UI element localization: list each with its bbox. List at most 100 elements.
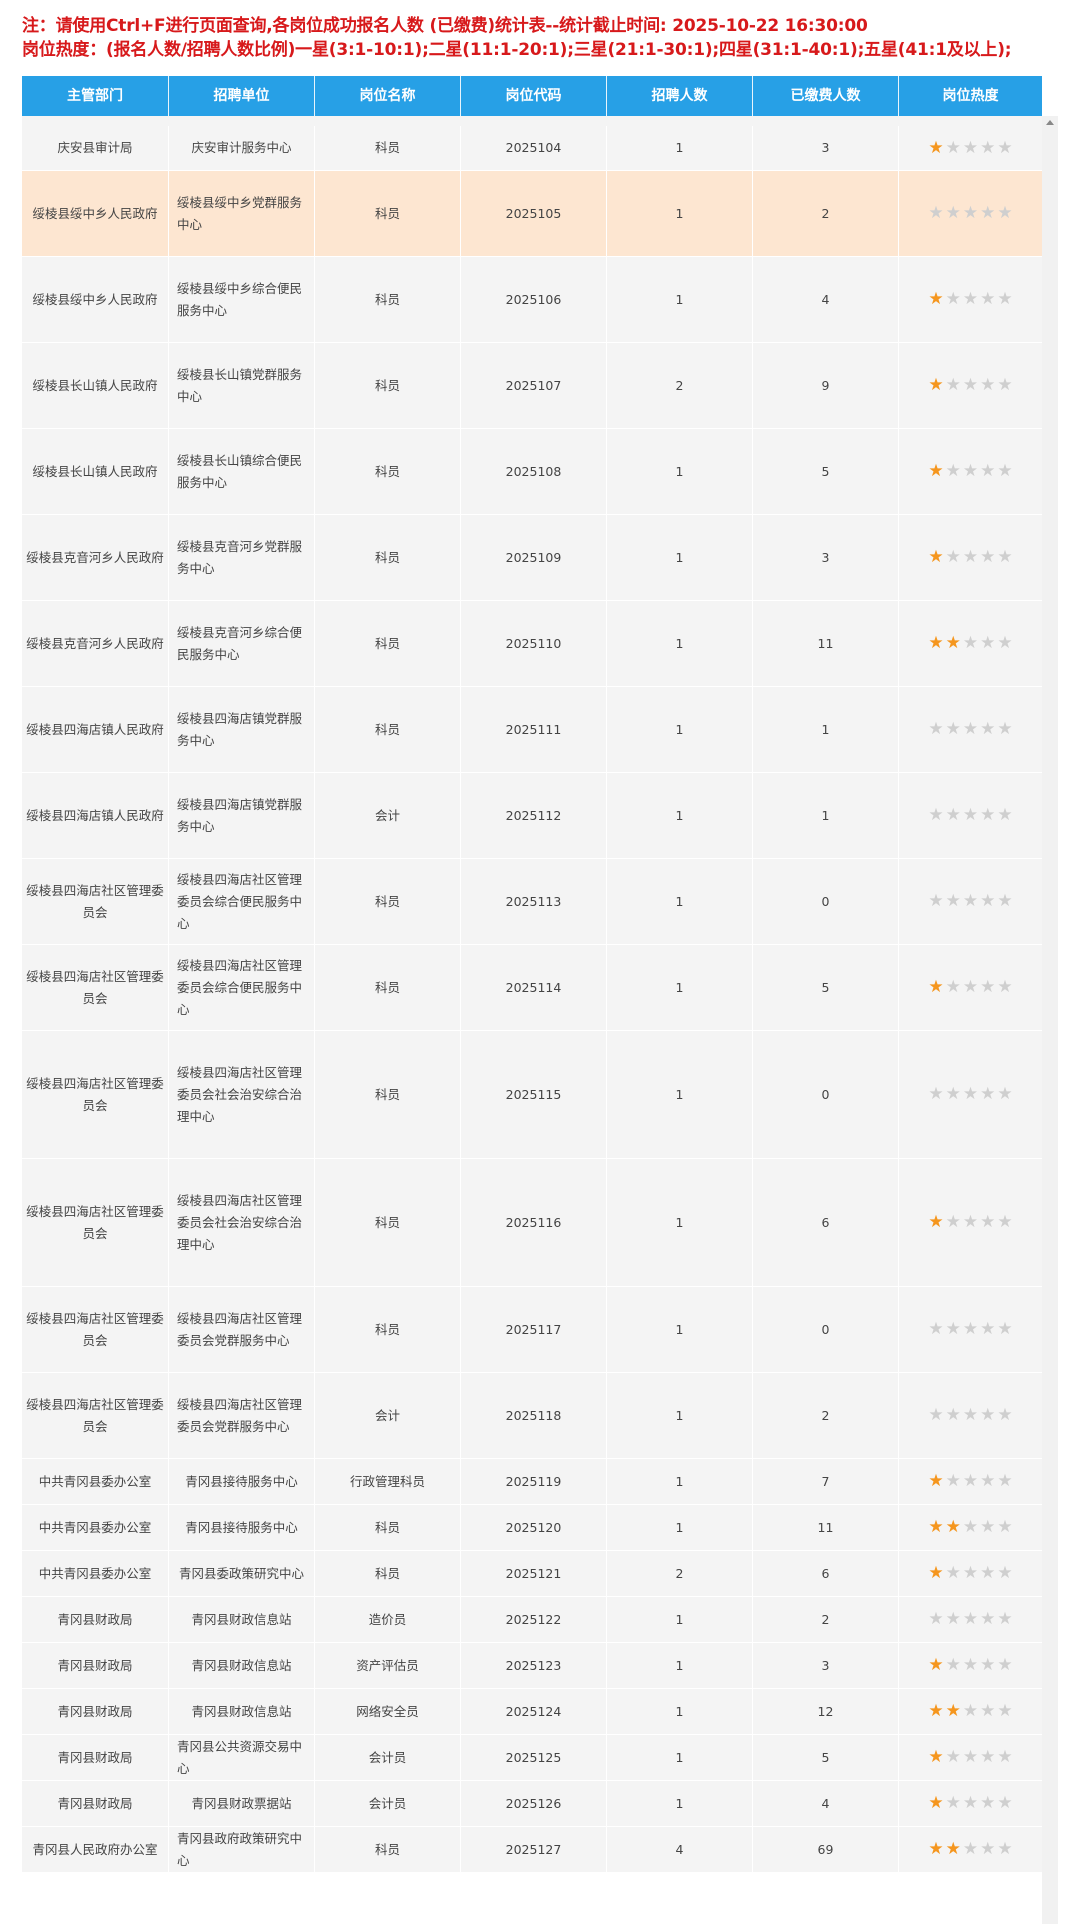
table-row[interactable]: 绥棱县长山镇人民政府 绥棱县长山镇综合便民服务中心 科员 2025108 1 5 ★ ★ ★ ★ ★ xyxy=(22,429,1042,515)
table-row[interactable]: 绥棱县长山镇人民政府 绥棱县长山镇党群服务中心 科员 2025107 2 9 ★ ★ ★ ★ ★ xyxy=(22,343,1042,429)
cell-heat: ★ ★ ★ ★ ★ xyxy=(899,1735,1042,1780)
cell-code-text: 2025118 xyxy=(505,1407,562,1423)
cell-paid-text: 4 xyxy=(821,291,830,307)
cell-dept-text: 中共青冈县委办公室 xyxy=(38,1473,152,1489)
table-row[interactable]: 绥棱县四海店社区管理委员会 绥棱县四海店社区管理委员会综合便民服务中心 科员 2025… xyxy=(22,945,1042,1031)
table-row[interactable]: 庆安县审计局 庆安审计服务中心 科员 2025104 1 3 ★ ★ ★ ★ ★ xyxy=(22,126,1042,171)
star-empty-icon: ★ xyxy=(962,289,979,309)
star-empty-icon: ★ xyxy=(997,1517,1013,1537)
star-filled-icon: ★ xyxy=(928,137,944,158)
table-row[interactable]: 绥棱县四海店社区管理委员会 绥棱县四海店社区管理委员会党群服务中心 会计 202511… xyxy=(22,1373,1042,1459)
scroll-up-arrow-icon[interactable] xyxy=(1046,120,1054,125)
table-row[interactable]: 青冈县人民政府办公室 青冈县政府政策研究中心 科员 2025127 4 69 ★ ★ ★ ★ ★ xyxy=(22,1827,1042,1873)
scrollbar[interactable] xyxy=(1042,116,1058,1924)
cell-code: 2025124 xyxy=(461,1689,607,1734)
cell-unit: 绥棱县绥中乡党群服务中心 xyxy=(169,171,315,256)
cell-code-text: 2025112 xyxy=(505,807,562,823)
cell-dept-text: 青冈县财政局 xyxy=(57,1749,133,1765)
cell-hire-text: 1 xyxy=(675,1214,684,1230)
star-empty-icon: ★ xyxy=(962,891,979,911)
star-empty-icon: ★ xyxy=(997,1747,1013,1767)
cell-dept: 中共青冈县委办公室 xyxy=(22,1459,169,1504)
cell-heat: ★ ★ ★ ★ ★ xyxy=(899,1505,1042,1550)
table-row[interactable]: 青冈县财政局 青冈县公共资源交易中心 会计员 2025125 1 5 ★ ★ ★ ★ ★ xyxy=(22,1735,1042,1781)
cell-code-text: 2025117 xyxy=(505,1321,562,1337)
table-row[interactable]: 绥棱县克音河乡人民政府 绥棱县克音河乡党群服务中心 科员 2025109 1 3 ★ ★ ★ ★ ★ xyxy=(22,515,1042,601)
cell-unit-text: 绥棱县克音河乡党群服务中心 xyxy=(177,538,303,576)
cell-code: 2025121 xyxy=(461,1551,607,1596)
cell-code-text: 2025113 xyxy=(505,893,562,909)
star-rating: ★ ★ ★ ★ ★ xyxy=(928,291,1012,308)
star-filled-icon: ★ xyxy=(928,1471,944,1491)
cell-hire: 4 xyxy=(607,1827,753,1872)
star-rating: ★ ★ ★ ★ ★ xyxy=(928,1565,1012,1582)
cell-dept: 青冈县财政局 xyxy=(22,1689,169,1734)
table-row[interactable]: 青冈县财政局 青冈县财政信息站 网络安全员 2025124 1 12 ★ ★ ★ ★ ★ xyxy=(22,1689,1042,1735)
star-empty-icon: ★ xyxy=(980,289,996,309)
header-hire: 招聘人数 xyxy=(607,76,753,116)
table-row[interactable]: 青冈县财政局 青冈县财政信息站 造价员 2025122 1 2 ★ ★ ★ ★ ★ xyxy=(22,1597,1042,1643)
table-row[interactable]: 绥棱县四海店社区管理委员会 绥棱县四海店社区管理委员会综合便民服务中心 科员 2025… xyxy=(22,859,1042,945)
cell-unit-text: 绥棱县四海店社区管理委员会党群服务中心 xyxy=(177,1396,303,1434)
cell-post: 科员 xyxy=(315,687,461,772)
table-row[interactable]: 绥棱县四海店镇人民政府 绥棱县四海店镇党群服务中心 会计 2025112 1 1 ★ ★ ★ ★ ★ xyxy=(22,773,1042,859)
table-row[interactable]: 绥棱县绥中乡人民政府 绥棱县绥中乡党群服务中心 科员 2025105 1 2 ★ ★ ★ ★ ★ xyxy=(22,171,1042,257)
cell-paid-text: 11 xyxy=(817,1519,834,1535)
table-row[interactable]: 绥棱县四海店社区管理委员会 绥棱县四海店社区管理委员会社会治安综合治理中心 科员 20… xyxy=(22,1159,1042,1287)
table-row[interactable]: 绥棱县绥中乡人民政府 绥棱县绥中乡综合便民服务中心 科员 2025106 1 4 ★ ★ ★ ★ ★ xyxy=(22,257,1042,343)
table-row[interactable]: 绥棱县四海店社区管理委员会 绥棱县四海店社区管理委员会党群服务中心 科员 202511… xyxy=(22,1287,1042,1373)
table-row[interactable]: 中共青冈县委办公室 青冈县接待服务中心 行政管理科员 2025119 1 7 ★ ★ ★ ★ ★ xyxy=(22,1459,1042,1505)
table-row[interactable]: 绥棱县克音河乡人民政府 绥棱县克音河乡综合便民服务中心 科员 2025110 1 11 ★ ★… xyxy=(22,601,1042,687)
cell-dept: 绥棱县四海店社区管理委员会 xyxy=(22,945,169,1030)
table-row[interactable]: 中共青冈县委办公室 青冈县委政策研究中心 科员 2025121 2 6 ★ ★ ★ ★ ★ xyxy=(22,1551,1042,1597)
table-row[interactable]: 绥棱县四海店镇人民政府 绥棱县四海店镇党群服务中心 科员 2025111 1 1 ★ ★ ★ ★ ★ xyxy=(22,687,1042,773)
star-empty-icon: ★ xyxy=(962,461,979,481)
star-empty-icon: ★ xyxy=(980,1471,996,1491)
star-empty-icon: ★ xyxy=(945,203,961,223)
star-empty-icon: ★ xyxy=(980,719,996,739)
star-empty-icon: ★ xyxy=(980,1319,996,1339)
cell-post: 科员 xyxy=(315,126,461,170)
cell-post: 资产评估员 xyxy=(315,1643,461,1688)
cell-heat: ★ ★ ★ ★ ★ xyxy=(899,429,1042,514)
cell-unit: 青冈县委政策研究中心 xyxy=(169,1551,315,1596)
cell-unit-text: 绥棱县四海店社区管理委员会综合便民服务中心 xyxy=(177,957,303,1017)
cell-unit: 青冈县政府政策研究中心 xyxy=(169,1827,315,1872)
cell-unit: 青冈县财政信息站 xyxy=(169,1597,315,1642)
star-empty-icon: ★ xyxy=(997,805,1013,825)
star-filled-icon: ★ xyxy=(928,1793,944,1813)
cell-unit: 青冈县财政信息站 xyxy=(169,1643,315,1688)
cell-unit: 绥棱县克音河乡综合便民服务中心 xyxy=(169,601,315,686)
cell-unit-text: 绥棱县长山镇综合便民服务中心 xyxy=(177,452,303,490)
star-empty-icon: ★ xyxy=(997,547,1013,567)
cell-dept-text: 青冈县财政局 xyxy=(57,1611,133,1627)
cell-code: 2025115 xyxy=(461,1031,607,1158)
cell-code: 2025111 xyxy=(461,687,607,772)
cell-heat: ★ ★ ★ ★ ★ xyxy=(899,859,1042,944)
cell-hire: 1 xyxy=(607,429,753,514)
star-empty-icon: ★ xyxy=(945,289,961,309)
cell-code: 2025110 xyxy=(461,601,607,686)
table-row[interactable]: 青冈县财政局 青冈县财政信息站 资产评估员 2025123 1 3 ★ ★ ★ ★ ★ xyxy=(22,1643,1042,1689)
cell-post-text: 科员 xyxy=(374,1519,400,1535)
cell-unit-text: 庆安审计服务中心 xyxy=(191,140,292,155)
star-empty-icon: ★ xyxy=(980,1609,996,1629)
cell-post: 科员 xyxy=(315,171,461,256)
cell-paid: 9 xyxy=(753,343,899,428)
star-empty-icon: ★ xyxy=(980,1655,996,1675)
cell-hire: 1 xyxy=(607,1643,753,1688)
star-empty-icon: ★ xyxy=(980,1793,996,1813)
cell-dept: 绥棱县四海店社区管理委员会 xyxy=(22,859,169,944)
cell-paid: 0 xyxy=(753,1031,899,1158)
cell-dept-text: 庆安县审计局 xyxy=(57,140,133,155)
cell-post: 会计 xyxy=(315,1373,461,1458)
cell-paid-text: 2 xyxy=(821,205,830,221)
table-row[interactable]: 绥棱县四海店社区管理委员会 绥棱县四海店社区管理委员会社会治安综合治理中心 科员 20… xyxy=(22,1031,1042,1159)
cell-code-text: 2025111 xyxy=(505,721,562,737)
cell-post: 科员 xyxy=(315,343,461,428)
table-row[interactable]: 中共青冈县委办公室 青冈县接待服务中心 科员 2025120 1 11 ★ ★ ★ ★ ★ xyxy=(22,1505,1042,1551)
star-rating: ★ ★ ★ ★ ★ xyxy=(928,463,1012,480)
star-empty-icon: ★ xyxy=(928,203,944,223)
table-row[interactable]: 青冈县财政局 青冈县财政票据站 会计员 2025126 1 4 ★ ★ ★ ★ ★ xyxy=(22,1781,1042,1827)
cell-post-text: 科员 xyxy=(374,463,400,479)
